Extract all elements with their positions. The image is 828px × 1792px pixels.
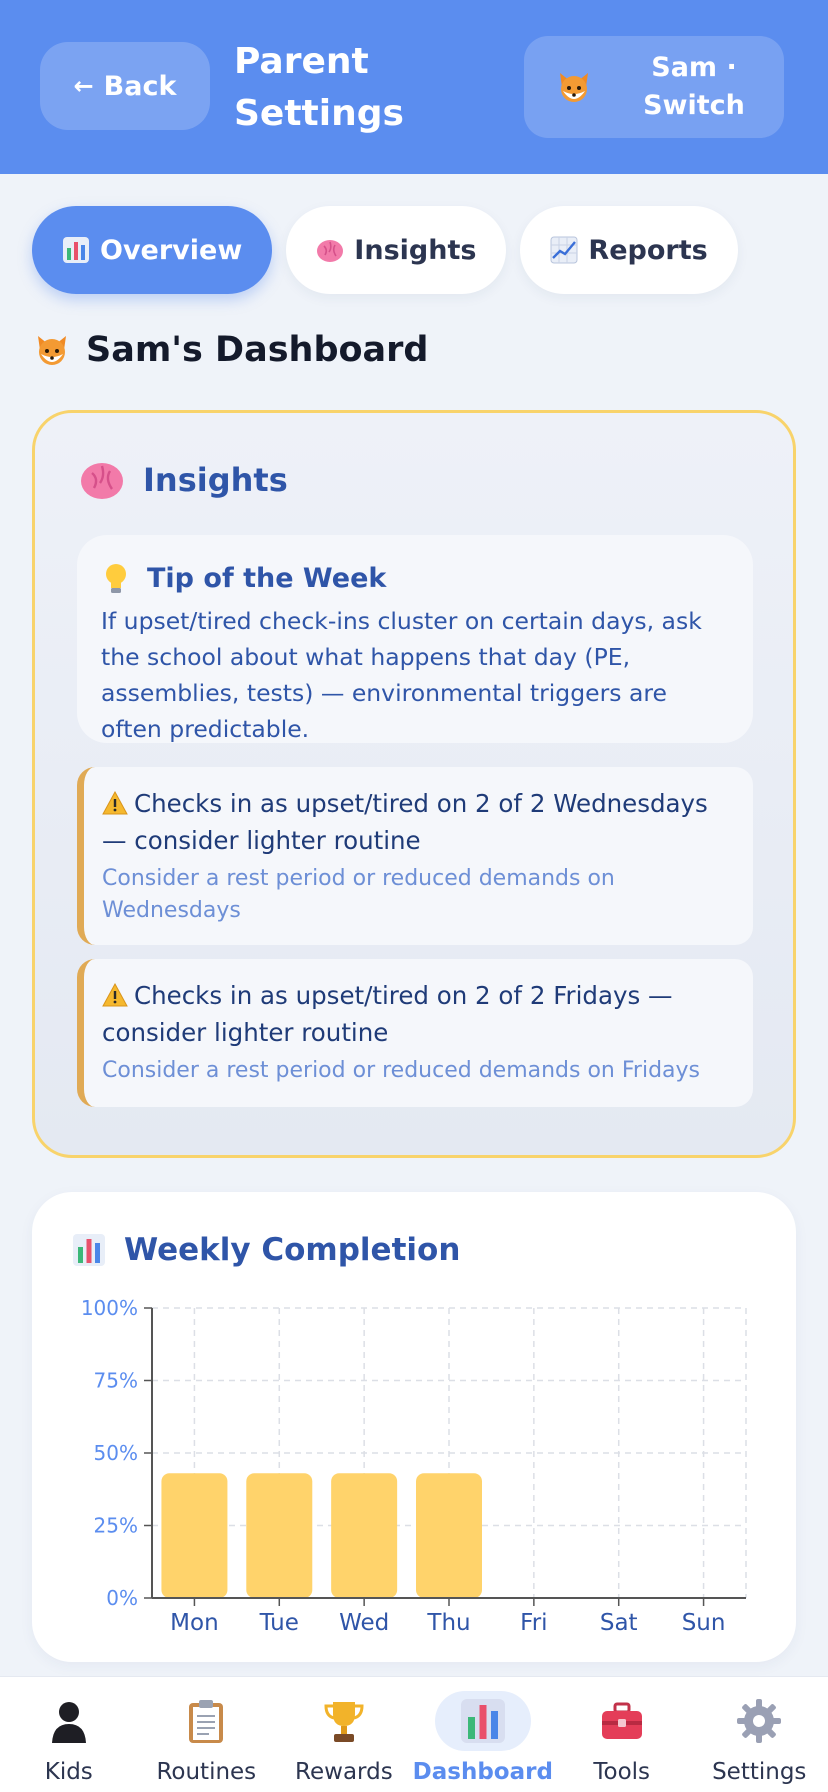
- x-tick-label: Thu: [426, 1610, 470, 1636]
- trophy-icon: [324, 1702, 364, 1742]
- insight-alert: Checks in as upset/tired on 2 of 2 Frida…: [77, 959, 753, 1107]
- fox-icon: [560, 73, 588, 102]
- tab-reports[interactable]: Reports: [520, 206, 738, 294]
- tab-insights[interactable]: Insights: [286, 206, 507, 294]
- dashboard-title: Sam's Dashboard: [32, 330, 428, 370]
- tab-insights-label: Insights: [354, 234, 477, 266]
- nav-label: Settings: [712, 1759, 807, 1785]
- dashboard-title-text: Sam's Dashboard: [86, 330, 429, 370]
- nav-label: Kids: [44, 1759, 93, 1785]
- y-tick-label: 75%: [94, 1369, 138, 1393]
- insights-heading-text: Insights: [143, 461, 288, 499]
- brain-icon: [81, 463, 123, 499]
- nav-item-tools[interactable]: Tools: [553, 1677, 691, 1792]
- brain-icon: [317, 240, 344, 262]
- tip-of-the-week: Tip of the Week If upset/tired check-ins…: [77, 535, 753, 743]
- toolbox-icon: [601, 1702, 642, 1739]
- alert-suggestion: Consider a rest period or reduced demand…: [102, 1058, 701, 1083]
- insights-card: Insights Tip of the Week If upset/tired …: [32, 410, 796, 1158]
- bar: [161, 1473, 228, 1598]
- clipboard-icon: [189, 1700, 224, 1743]
- tab-reports-label: Reports: [588, 234, 708, 266]
- nav-item-routines[interactable]: Routines: [138, 1677, 276, 1792]
- tab-overview-label: Overview: [100, 234, 243, 266]
- tip-title: Tip of the Week: [101, 561, 729, 595]
- tip-text: If upset/tired check-ins cluster on cert…: [101, 607, 702, 743]
- page-title: Parent Settings: [234, 41, 404, 134]
- kid-silhouette-icon: [51, 1702, 86, 1743]
- weekly-completion-chart: 0% 25% 50% 75% 100% Mon Tue Wed Thu Fri Sat Sun: [81, 1296, 747, 1636]
- warning-icon: [102, 791, 128, 815]
- bar: [246, 1473, 313, 1598]
- x-tick-label: Mon: [170, 1610, 219, 1636]
- gear-icon: [737, 1699, 782, 1743]
- warning-icon: [102, 983, 128, 1007]
- alert-suggestion: Consider a rest period or reduced demand…: [102, 866, 615, 923]
- insight-alert: Checks in as upset/tired on 2 of 2 Wedne…: [77, 767, 753, 945]
- x-tick-label: Tue: [259, 1610, 299, 1636]
- trend-chart-icon: [550, 236, 578, 264]
- nav-item-rewards[interactable]: Rewards: [275, 1677, 413, 1792]
- nav-label: Rewards: [295, 1759, 393, 1785]
- nav-item-settings[interactable]: Settings: [690, 1677, 828, 1792]
- bar-chart-icon: [460, 1699, 505, 1743]
- back-button[interactable]: ← Back: [40, 42, 210, 130]
- bar: [416, 1473, 482, 1598]
- app-header: ← Back Parent Settings Sam · Switch: [0, 0, 828, 174]
- nav-item-dashboard[interactable]: Dashboard: [413, 1677, 553, 1792]
- y-tick-label: 50%: [94, 1441, 138, 1465]
- x-tick-label: Sat: [600, 1610, 638, 1636]
- alert-title: Checks in as upset/tired on 2 of 2 Wedne…: [102, 789, 708, 855]
- y-tick-label: 25%: [94, 1514, 138, 1538]
- y-tick-label: 0%: [106, 1586, 138, 1610]
- bar-chart-icon: [63, 237, 89, 263]
- tip-title-text: Tip of the Week: [147, 562, 387, 594]
- back-button-label: Back: [103, 70, 177, 102]
- dashboard-tabs: Overview Insights Reports: [32, 206, 738, 294]
- lightbulb-icon: [106, 564, 126, 593]
- x-tick-label: Fri: [520, 1610, 547, 1636]
- nav-item-kids[interactable]: Kids: [0, 1677, 138, 1792]
- y-tick-label: 100%: [81, 1296, 138, 1320]
- nav-label: Dashboard: [412, 1759, 553, 1785]
- x-tick-label: Wed: [339, 1610, 389, 1636]
- switch-child-button[interactable]: Sam · Switch: [524, 36, 784, 138]
- weekly-completion-card: Weekly Completion 0% 25% 50% 75% 100% Mon Tue W…: [32, 1192, 796, 1662]
- alert-title: Checks in as upset/tired on 2 of 2 Frida…: [102, 981, 673, 1047]
- bar: [331, 1473, 398, 1598]
- fox-icon: [38, 336, 66, 365]
- switch-child-label: Sam · Switch: [643, 52, 745, 121]
- insights-heading: Insights: [79, 457, 288, 503]
- nav-label: Tools: [593, 1759, 651, 1785]
- nav-label: Routines: [156, 1759, 257, 1785]
- back-arrow-icon: ←: [73, 72, 94, 100]
- bottom-nav: Kids Routines Rewards Dashboard Tools Se…: [0, 1676, 828, 1792]
- tab-overview[interactable]: Overview: [32, 206, 273, 294]
- x-tick-label: Sun: [682, 1610, 726, 1636]
